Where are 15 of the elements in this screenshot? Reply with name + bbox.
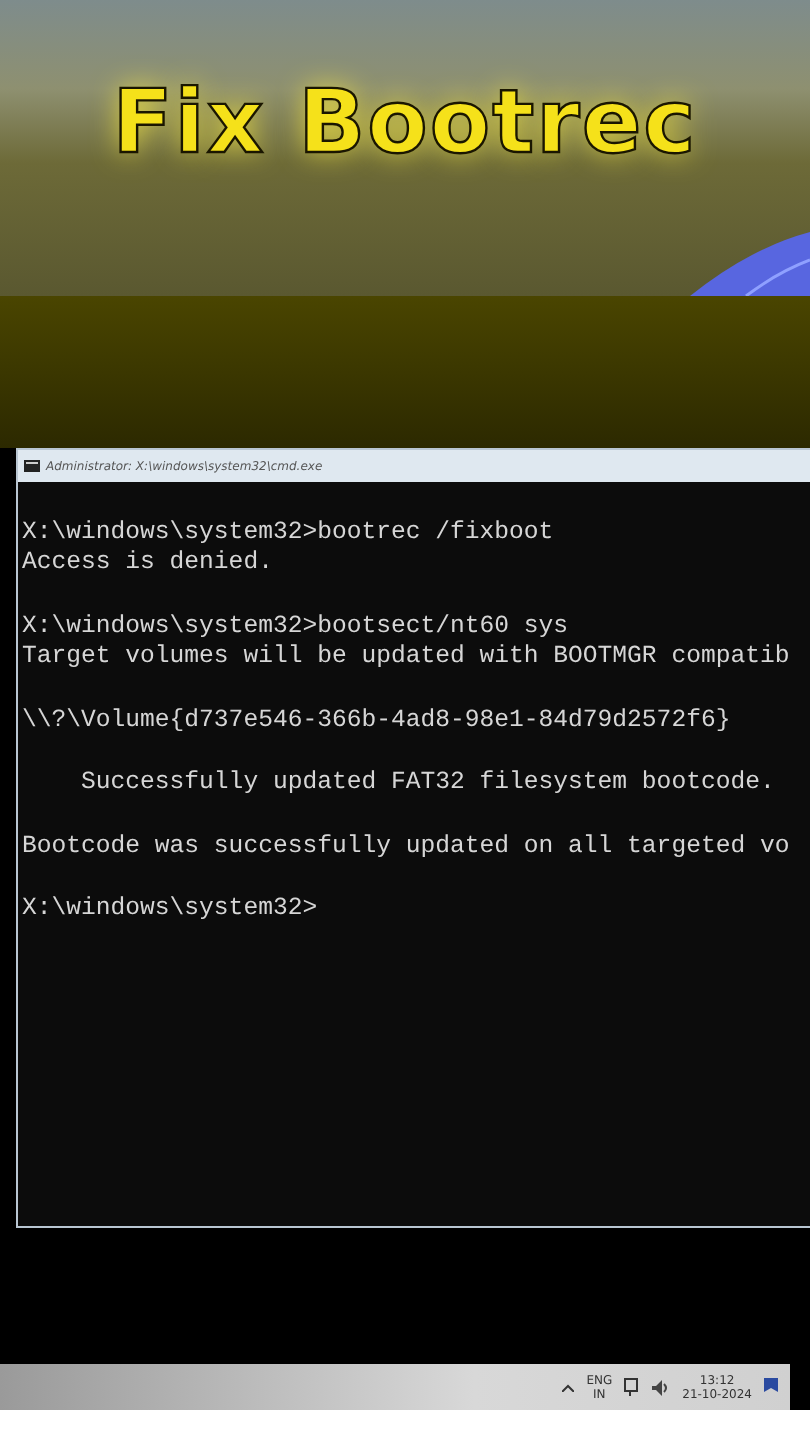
console-line: Bootcode was successfully updated on all targeted vo bbox=[22, 831, 792, 863]
console-line: X:\windows\system32>bootsect/nt60 sys bbox=[22, 611, 571, 643]
network-icon[interactable] bbox=[624, 1378, 641, 1396]
terminal-icon bbox=[24, 460, 40, 472]
notification-icon[interactable] bbox=[764, 1378, 778, 1396]
wallpaper-swirl-drawing bbox=[690, 232, 810, 296]
chevron-up-icon[interactable] bbox=[562, 1383, 575, 1391]
console-line: Target volumes will be updated with BOOTMGR compatib bbox=[22, 642, 792, 675]
console-line: X:\windows\system32> bbox=[22, 893, 320, 926]
console-line: X:\windows\system32>bootrec /fixboot bbox=[22, 517, 556, 549]
speaker-icon[interactable] bbox=[652, 1379, 671, 1395]
console-line: Access is denied. bbox=[22, 548, 275, 581]
console-line: \\?\Volume{d737e546-366b-4ad8-98e1-84d79d2572f6} bbox=[22, 705, 733, 737]
headline: Fix Bootrec bbox=[112, 72, 698, 174]
console-line: Successfully updated FAT32 filesystem bootcode. bbox=[79, 768, 777, 800]
